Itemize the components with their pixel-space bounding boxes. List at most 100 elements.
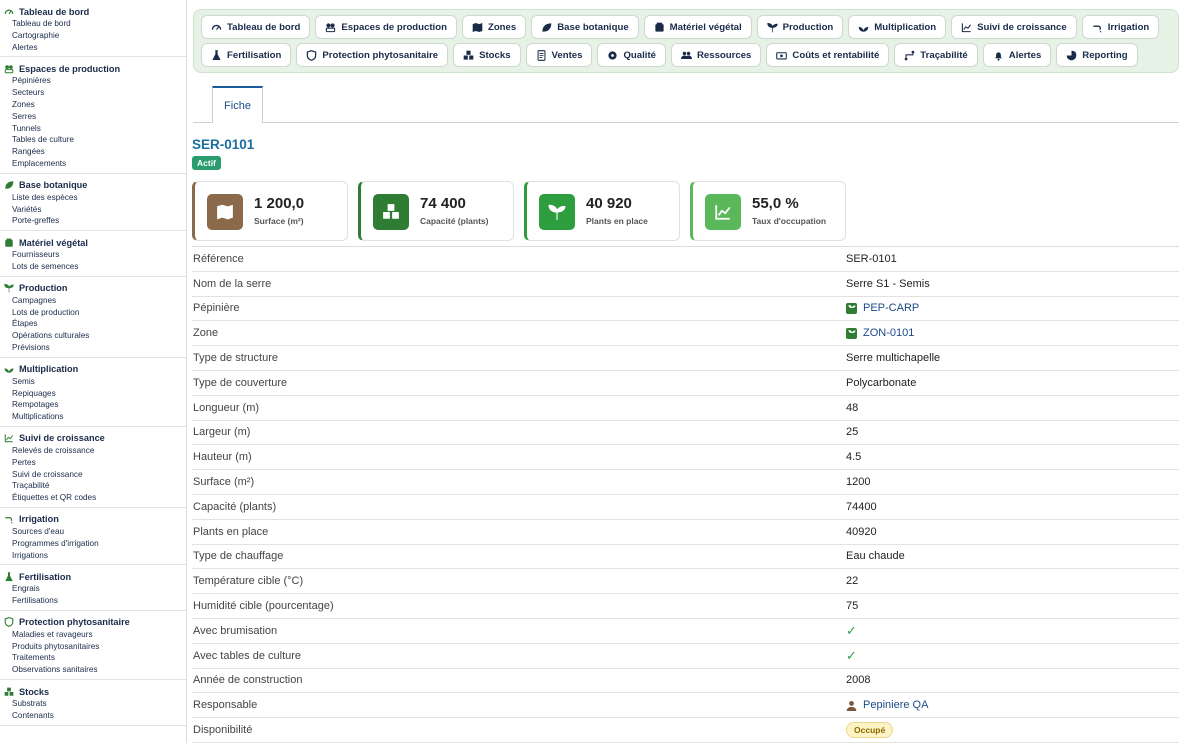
status-badge: Actif — [192, 156, 221, 170]
sidebar-item[interactable]: Observations sanitaires — [0, 664, 186, 676]
sidebar-group-title[interactable]: Stocks — [0, 685, 186, 698]
nav-button[interactable]: Alertes — [982, 43, 1052, 67]
sidebar-item[interactable]: Rempotages — [0, 399, 186, 411]
sidebar-item[interactable]: Suivi de croissance — [0, 469, 186, 481]
sidebar-item[interactable]: Rangées — [0, 146, 186, 158]
growth-chart-icon — [961, 22, 972, 33]
nav-button[interactable]: Protection phytosanitaire — [296, 43, 449, 67]
detail-value[interactable]: PEP-CARP — [846, 302, 919, 314]
nav-button[interactable]: Suivi de croissance — [951, 15, 1077, 39]
nav-button[interactable]: Ressources — [671, 43, 762, 67]
sidebar-item[interactable]: Fournisseurs — [0, 249, 186, 261]
page-title: SER-0101 — [192, 137, 255, 152]
nav-button[interactable]: Irrigation — [1081, 15, 1160, 39]
sidebar-item[interactable]: Pépinières — [0, 75, 186, 87]
sidebar-item[interactable]: Contenants — [0, 710, 186, 722]
sidebar-item[interactable]: Tunnels — [0, 123, 186, 135]
detail-value[interactable]: ZON-0101 — [846, 327, 914, 339]
bell-icon — [993, 50, 1004, 61]
sidebar-item[interactable]: Emplacements — [0, 158, 186, 170]
sidebar-item[interactable]: Sources d'eau — [0, 526, 186, 538]
detail-value: Serre multichapelle — [846, 352, 941, 365]
sidebar-group-title[interactable]: Multiplication — [0, 363, 186, 376]
sidebar-item[interactable]: Opérations culturales — [0, 330, 186, 342]
sidebar-item[interactable]: Cartographie — [0, 30, 186, 42]
sidebar-item[interactable]: Relevés de croissance — [0, 445, 186, 457]
sidebar-group-label: Tableau de bord — [19, 6, 90, 17]
nav-button[interactable]: Tableau de bord — [201, 15, 311, 39]
sidebar-group-title[interactable]: Protection phytosanitaire — [0, 616, 186, 629]
sidebar-item[interactable]: Campagnes — [0, 295, 186, 307]
seed-bag-icon — [4, 238, 14, 248]
sidebar-group-title[interactable]: Base botanique — [0, 179, 186, 192]
sidebar-item[interactable]: Serres — [0, 111, 186, 123]
sidebar-group-title[interactable]: Matériel végétal — [0, 236, 186, 249]
sidebar-item[interactable]: Maladies et ravageurs — [0, 629, 186, 641]
nav-button-label: Fertilisation — [227, 49, 282, 61]
sidebar-item[interactable]: Engrais — [0, 583, 186, 595]
nav-button[interactable]: Stocks — [453, 43, 521, 67]
sidebar-item[interactable]: Variétés — [0, 204, 186, 216]
details-table: Référence SER-0101 Nom de la serre Serre S1… — [192, 246, 1179, 743]
nav-button[interactable]: Fertilisation — [201, 43, 292, 67]
nav-button[interactable]: Qualité — [597, 43, 666, 67]
nav-button[interactable]: Base botanique — [531, 15, 639, 39]
detail-value: Polycarbonate — [846, 376, 917, 389]
nav-button[interactable]: Zones — [461, 15, 527, 39]
detail-label: Plants en place — [193, 525, 269, 538]
sidebar-group: Base botanique Liste des espèces Variétés P… — [0, 174, 186, 232]
sidebar-group-title[interactable]: Fertilisation — [0, 570, 186, 583]
sidebar-group-title[interactable]: Suivi de croissance — [0, 432, 186, 445]
sidebar-item[interactable]: Irrigations — [0, 550, 186, 562]
sidebar-item[interactable]: Porte-greffes — [0, 215, 186, 227]
sidebar-item[interactable]: Multiplications — [0, 411, 186, 423]
detail-link[interactable]: ZON-0101 — [863, 327, 914, 339]
route-icon — [904, 50, 915, 61]
responsible-link[interactable]: Pepiniere QA — [863, 699, 928, 711]
sidebar-item[interactable]: Alertes — [0, 42, 186, 54]
nav-button-label: Irrigation — [1107, 21, 1150, 33]
sidebar-item[interactable]: Programmes d'irrigation — [0, 538, 186, 550]
detail-link[interactable]: PEP-CARP — [863, 302, 919, 314]
sidebar-group-label: Suivi de croissance — [19, 433, 105, 444]
nav-button[interactable]: Traçabilité — [894, 43, 978, 67]
nav-button-label: Ressources — [697, 49, 752, 61]
sidebar-item[interactable]: Liste des espèces — [0, 192, 186, 204]
nav-button[interactable]: Reporting — [1056, 43, 1138, 67]
sidebar-group-title[interactable]: Production — [0, 282, 186, 295]
tab-fiche[interactable]: Fiche — [212, 86, 263, 123]
detail-label: Responsable — [193, 699, 258, 712]
sidebar-item[interactable]: Tableau de bord — [0, 18, 186, 30]
nav-button[interactable]: Production — [756, 15, 844, 39]
sidebar-item[interactable]: Zones — [0, 99, 186, 111]
sidebar-item[interactable]: Lots de semences — [0, 261, 186, 273]
sidebar-item[interactable]: Tables de culture — [0, 134, 186, 146]
sidebar-item[interactable]: Prévisions — [0, 342, 186, 354]
sidebar-group-title[interactable]: Espaces de production — [0, 62, 186, 75]
sidebar-item[interactable]: Repiquages — [0, 388, 186, 400]
nav-button[interactable]: Espaces de production — [315, 15, 457, 39]
sidebar-item[interactable]: Étiquettes et QR codes — [0, 492, 186, 504]
sidebar-item[interactable]: Lots de production — [0, 307, 186, 319]
detail-row: Humidité cible (pourcentage) 75 — [192, 594, 1179, 619]
nav-button[interactable]: Coûts et rentabilité — [766, 43, 890, 67]
sidebar-item[interactable]: Traitements — [0, 652, 186, 664]
detail-label: Disponibilité — [193, 724, 253, 737]
sidebar-item[interactable]: Étapes — [0, 318, 186, 330]
sidebar-group-title[interactable]: Tableau de bord — [0, 5, 186, 18]
sidebar-item[interactable]: Semis — [0, 376, 186, 388]
nav-button[interactable]: Matériel végétal — [643, 15, 752, 39]
detail-value[interactable]: Pepiniere QA — [846, 699, 928, 711]
sidebar-item[interactable]: Secteurs — [0, 87, 186, 99]
nav-button[interactable]: Ventes — [525, 43, 593, 67]
sidebar-group-label: Stocks — [19, 686, 50, 697]
plant-icon — [4, 364, 14, 374]
sidebar-item[interactable]: Traçabilité — [0, 480, 186, 492]
map-icon — [216, 203, 234, 221]
nav-button[interactable]: Multiplication — [848, 15, 947, 39]
sidebar-item[interactable]: Fertilisations — [0, 595, 186, 607]
sidebar-item[interactable]: Substrats — [0, 698, 186, 710]
sidebar-item[interactable]: Pertes — [0, 457, 186, 469]
sidebar-group-title[interactable]: Irrigation — [0, 513, 186, 526]
sidebar-item[interactable]: Produits phytosanitaires — [0, 641, 186, 653]
